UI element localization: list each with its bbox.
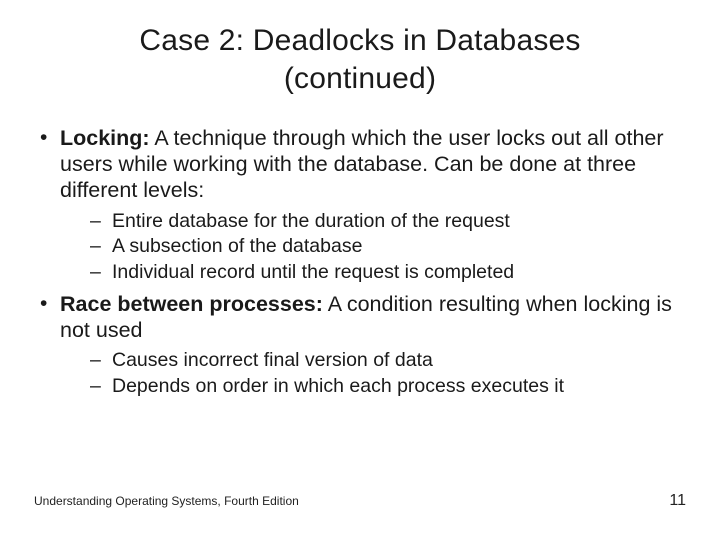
title-line-1: Case 2: Deadlocks in Databases xyxy=(139,24,580,57)
sub-race-1: Causes incorrect final version of data xyxy=(60,349,686,373)
sub-race-2: Depends on order in which each process e… xyxy=(60,375,686,399)
page-number: 11 xyxy=(669,492,686,510)
bullet-locking-term: Locking: xyxy=(60,126,150,150)
bullet-race-term: Race between processes: xyxy=(60,292,323,316)
sub-locking-3: Individual record until the request is c… xyxy=(60,261,686,285)
slide: Case 2: Deadlocks in Databases (continue… xyxy=(0,0,720,540)
bullet-locking: Locking: A technique through which the u… xyxy=(34,125,686,285)
bullet-race: Race between processes: A condition resu… xyxy=(34,291,686,399)
slide-title: Case 2: Deadlocks in Databases (continue… xyxy=(34,22,686,97)
sub-locking-2: A subsection of the database xyxy=(60,235,686,259)
sub-locking-1: Entire database for the duration of the … xyxy=(60,210,686,234)
bullet-locking-text: A technique through which the user locks… xyxy=(60,126,664,202)
slide-body: Locking: A technique through which the u… xyxy=(34,125,686,399)
title-line-2: (continued) xyxy=(284,62,436,95)
slide-footer: Understanding Operating Systems, Fourth … xyxy=(34,492,686,510)
footer-text: Understanding Operating Systems, Fourth … xyxy=(34,494,299,508)
